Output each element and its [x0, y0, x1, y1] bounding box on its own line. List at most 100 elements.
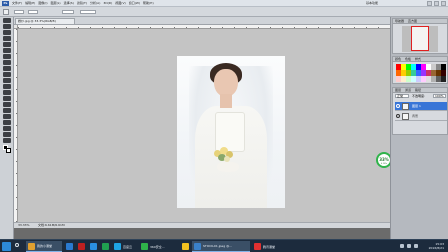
- swatch-grid[interactable]: [396, 64, 446, 82]
- taskbar-item-ie[interactable]: [64, 241, 75, 252]
- menu-edit[interactable]: 编辑(E): [25, 1, 35, 6]
- system-clock[interactable]: 15:03 2016/8/21: [429, 242, 444, 250]
- options-bar: [0, 7, 448, 17]
- tab-navigator[interactable]: 导航器: [395, 19, 404, 23]
- start-button[interactable]: [2, 242, 11, 251]
- ime-icon[interactable]: [414, 244, 418, 248]
- minimize-button[interactable]: [427, 1, 432, 6]
- eye-icon[interactable]: [396, 104, 400, 108]
- bride-photo[interactable]: [177, 56, 285, 208]
- zoom-tool-icon[interactable]: [3, 138, 11, 143]
- menu-select[interactable]: 选择(S): [64, 1, 74, 6]
- 3d-tool-icon[interactable]: [3, 126, 11, 131]
- tab-swatches[interactable]: 色板: [405, 57, 411, 61]
- menu-file[interactable]: 文件(F): [12, 1, 22, 6]
- current-tool-icon[interactable]: [3, 9, 9, 15]
- navigator-thumbnail[interactable]: [402, 26, 438, 52]
- lasso-tool-icon[interactable]: [3, 30, 11, 35]
- dodge-tool-icon[interactable]: [3, 96, 11, 101]
- menu-3d[interactable]: 3D(D): [103, 1, 112, 6]
- taskbar-item-label: 360安全...: [150, 244, 165, 249]
- marquee-tool-icon[interactable]: [3, 24, 11, 29]
- taskbar-item-360[interactable]: 360安全...: [139, 241, 179, 252]
- quick-select-tool-icon[interactable]: [3, 36, 11, 41]
- menu-window[interactable]: 窗口(W): [129, 1, 140, 6]
- layer-thumbnail: [402, 113, 409, 120]
- zoom-level[interactable]: 33.33%: [18, 223, 29, 228]
- maximize-button[interactable]: [434, 1, 439, 6]
- network-icon[interactable]: [400, 244, 404, 248]
- navigator-view-box[interactable]: [411, 26, 429, 51]
- eraser-tool-icon[interactable]: [3, 78, 11, 83]
- app-logo: Ps: [2, 1, 9, 6]
- background-color-swatch[interactable]: [6, 148, 11, 153]
- layer-row-background[interactable]: 背景: [395, 112, 447, 121]
- menu-analysis[interactable]: 分析(A): [90, 1, 100, 6]
- tab-channels[interactable]: 通道: [405, 88, 411, 92]
- layers-options-row: 正常 不透明度: 100%: [395, 94, 447, 99]
- gradient-tool-icon[interactable]: [3, 84, 11, 89]
- taskbar-item-blue-app[interactable]: [88, 241, 99, 252]
- taskbar-item-photoshop[interactable]: STOCK-01.jpeg @...: [192, 241, 250, 252]
- app-icon: [28, 242, 35, 250]
- eye-icon[interactable]: [396, 114, 400, 118]
- right-panel-dock: 导航器 直方图 颜色 色板 样式 图层 通道 路径 正常 不透明度: 100%: [390, 17, 448, 239]
- opacity-field[interactable]: 100%: [433, 94, 446, 98]
- menu-help[interactable]: 帮助(H): [143, 1, 154, 6]
- layer-row-1[interactable]: 图层 1: [395, 102, 447, 111]
- clock-date: 2016/8/21: [428, 246, 444, 250]
- clone-stamp-tool-icon[interactable]: [3, 66, 11, 71]
- hand-tool-icon[interactable]: [3, 132, 11, 137]
- blur-tool-icon[interactable]: [3, 90, 11, 95]
- option-field-4[interactable]: [80, 10, 96, 14]
- crop-tool-icon[interactable]: [3, 42, 11, 47]
- workspace-switcher[interactable]: 基本功能: [366, 1, 378, 6]
- brush-tool-icon[interactable]: [3, 60, 11, 65]
- close-button[interactable]: [441, 1, 446, 6]
- blend-mode-select[interactable]: 正常: [395, 94, 409, 98]
- pen-tool-icon[interactable]: [3, 102, 11, 107]
- menu-filter[interactable]: 滤镜(T): [77, 1, 87, 6]
- tab-color[interactable]: 颜色: [395, 57, 401, 61]
- eyedropper-tool-icon[interactable]: [3, 48, 11, 53]
- photo-hands: [217, 162, 239, 172]
- zoom-badge-sub: 0.1K/s: [380, 163, 388, 165]
- tab-paths[interactable]: 路径: [415, 88, 421, 92]
- canvas-area[interactable]: [18, 29, 390, 222]
- app-icon: [254, 243, 261, 250]
- document-size: 文档:6.61M/6.61M: [38, 223, 65, 227]
- type-tool-icon[interactable]: [3, 108, 11, 113]
- volume-icon[interactable]: [407, 244, 411, 248]
- taskbar-item-green-app[interactable]: [100, 241, 111, 252]
- tab-histogram[interactable]: 直方图: [408, 19, 417, 23]
- tab-layers[interactable]: 图层: [395, 88, 401, 92]
- search-icon[interactable]: [15, 243, 19, 247]
- shield-icon: [141, 243, 148, 250]
- taskbar-item-baidu[interactable]: 百度云: [112, 241, 138, 252]
- option-field-2[interactable]: [28, 10, 38, 14]
- taskbar-item-yellow-app[interactable]: [180, 241, 191, 252]
- layers-panel-header: 图层 通道 路径: [393, 88, 447, 93]
- path-select-tool-icon[interactable]: [3, 114, 11, 119]
- shape-tool-icon[interactable]: [3, 120, 11, 125]
- document-tab[interactable]: 婚纱.jpg @ 33.3%(RGB/8): [15, 18, 75, 25]
- menu-view[interactable]: 视图(V): [115, 1, 125, 6]
- photoshop-icon: [194, 242, 201, 250]
- app-icon: [78, 243, 85, 250]
- photo-neck: [220, 94, 232, 108]
- taskbar-item-label: 百度云: [123, 244, 133, 249]
- history-brush-tool-icon[interactable]: [3, 72, 11, 77]
- move-tool-icon[interactable]: [3, 18, 11, 23]
- taskbar-item-red-app[interactable]: [76, 241, 87, 252]
- option-field-1[interactable]: [14, 10, 24, 14]
- tab-styles[interactable]: 样式: [415, 57, 421, 61]
- menu-layer[interactable]: 图层(L): [51, 1, 61, 6]
- taskbar-item-classroom[interactable]: 我的小课堂: [26, 241, 62, 252]
- layer-name: 背景: [412, 114, 419, 118]
- option-field-3[interactable]: [62, 10, 74, 14]
- menu-image[interactable]: 图像(I): [38, 1, 47, 6]
- navigator-panel-header: 导航器 直方图: [393, 19, 447, 24]
- taskbar-item-tencent[interactable]: 腾讯课堂: [252, 241, 284, 252]
- zoom-badge-value: 33%: [379, 157, 389, 162]
- healing-tool-icon[interactable]: [3, 54, 11, 59]
